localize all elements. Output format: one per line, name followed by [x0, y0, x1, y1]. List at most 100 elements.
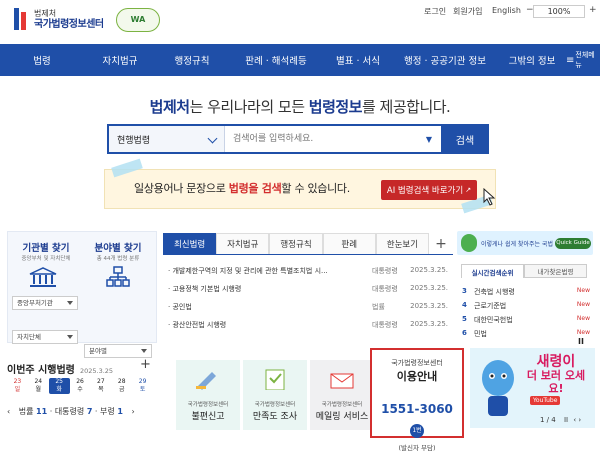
complaint-card[interactable]: 국가법령정보센터 불편신고 [176, 360, 240, 430]
search-input[interactable] [225, 126, 419, 152]
law-row[interactable]: · 광산안전법 시행령 대통령령 2025.3.25. [168, 320, 448, 336]
law-title: · 광산안전법 시행령 [168, 321, 227, 329]
tab-realtime-rank[interactable]: 실시간검색순위 [461, 264, 524, 278]
law-date: 2025.3.25. [410, 320, 448, 328]
nav-item-precedent[interactable]: 판례 · 해석례등 [228, 53, 324, 67]
new-badge: New [576, 287, 590, 294]
logo-emblem-icon [10, 6, 30, 32]
rank-label: 대한민국헌법 [474, 316, 513, 324]
calendar-day[interactable]: 28 금 [111, 378, 132, 394]
tab-local-law[interactable]: 자치법규 [216, 233, 270, 254]
hero-bold: 법령정보 [308, 98, 363, 116]
law-date: 2025.3.25. [410, 284, 448, 292]
zoom-in-icon[interactable]: + [589, 5, 597, 15]
menu-icon: ≡ [566, 54, 575, 66]
ai-search-button[interactable]: AI 법령검색 바로가기 ↗ [381, 180, 477, 200]
nav-item-forms[interactable]: 별표 · 서식 [324, 53, 392, 67]
site-logo[interactable]: 법제처 국가법령정보센터 [34, 8, 104, 30]
contact-info-box[interactable]: 국가법령정보센터 이용안내 1551-3060 1번 (발신자 부담) [370, 348, 464, 452]
law-row[interactable]: · 공인법 법률 2025.3.25. [168, 302, 448, 318]
youtube-badge: YouTube [530, 396, 561, 405]
new-badge: New [576, 315, 590, 322]
rank-item[interactable]: 6 민법 New [462, 329, 590, 341]
english-link[interactable]: English [492, 6, 521, 15]
promo-next-icon[interactable]: › [578, 416, 581, 424]
mailing-card[interactable]: 국가법령정보센터 메일링 서비스 [310, 360, 374, 430]
law-kind: 대통령령 [372, 321, 398, 329]
agency-find[interactable]: 기관별 찾기 중앙부처 및 자치단체 [10, 240, 82, 262]
search-scope-value: 현행법령 [117, 135, 151, 146]
rank-label: 민법 [474, 330, 487, 338]
web-accessibility-badge: WA [116, 8, 160, 32]
nav-item-admin[interactable]: 행정규칙 [156, 53, 228, 67]
rank-item[interactable]: 5 대한민국헌법 New [462, 315, 590, 327]
field-find-sub: 총 44개 법령 분류 [96, 256, 140, 262]
contact-title: 이용안내 [396, 370, 438, 383]
category-tree-icon [106, 266, 130, 292]
field-find[interactable]: 분야별 찾기 총 44개 법령 분류 [82, 240, 154, 262]
search-scope-select[interactable]: 현행법령 [109, 126, 225, 152]
survey-card[interactable]: 국가법령정보센터 만족도 조사 [243, 360, 307, 430]
tab-latest-law[interactable]: 최신법령 [163, 233, 217, 254]
nav-item-law[interactable]: 법령 [0, 53, 84, 67]
local-select[interactable]: 자치단체 [12, 330, 78, 344]
law-tabs: 최신법령 자치법규 행정규칙 판례 한눈보기 + [163, 233, 454, 255]
mail-icon [329, 370, 355, 390]
law-kind: 대통령령 [372, 285, 398, 293]
calendar-day[interactable]: 24 월 [28, 378, 49, 394]
hero-pre: 법제처 [149, 98, 190, 116]
law-row[interactable]: · 고용정책 기본법 시행령 대통령령 2025.3.25. [168, 284, 448, 300]
weekly-laws-title: 이번주 시행법령 [7, 365, 75, 376]
hero-post: 를 제공합니다. [361, 98, 451, 116]
external-link-icon: ↗ [465, 186, 472, 194]
all-menu-button[interactable]: ≡ 전체메뉴 [566, 44, 600, 76]
agency-find-title: 기관별 찾기 [22, 243, 70, 254]
signup-link[interactable]: 회원가입 [453, 6, 482, 17]
calendar-day[interactable]: 29 토 [132, 378, 153, 394]
contact-ext-badge: 1번 [410, 424, 424, 438]
search-options-icon[interactable]: ▼ [419, 126, 439, 152]
law-title: · 고용정책 기본법 시행령 [168, 285, 242, 293]
promo-pause-icon[interactable]: II [564, 416, 568, 424]
nav-item-etc[interactable]: 그밖의 정보 [498, 53, 566, 67]
rank-item[interactable]: 3 건축법 시행령 New [462, 287, 590, 299]
promo-line1: 새령이 [536, 354, 576, 370]
calendar-day[interactable]: 27 목 [90, 378, 111, 394]
logo-main: 국가법령정보센터 [34, 19, 104, 30]
calendar-day[interactable]: 26 수 [70, 378, 91, 394]
search-button[interactable]: 검색 [441, 124, 489, 154]
banner-text: 일상용어나 문장으로 법령을 검색할 수 있습니다. [134, 180, 350, 196]
promo-text: 새령이 더 보러 오세요! [521, 354, 591, 395]
law-date: 2025.3.25. [410, 266, 448, 274]
tab-admin-rule[interactable]: 행정규칙 [269, 233, 323, 254]
law-row[interactable]: · 개발제한구역의 지정 및 관리에 관한 특별조치법 시... 대통령령 20… [168, 266, 448, 282]
field-find-title: 분야별 찾기 [94, 243, 142, 254]
weekly-laws-date: 2025.3.25 [79, 367, 114, 375]
calendar-day[interactable]: 23 일 [7, 378, 28, 394]
law-kind: 법률 [372, 303, 385, 311]
next-week-icon[interactable]: › [131, 407, 134, 416]
prev-week-icon[interactable]: ‹ [7, 407, 10, 416]
rank-item[interactable]: 4 근로기준법 New [462, 301, 590, 313]
weekly-counts: ‹ 법률 11 · 대통령령 7 · 부령 1 › [7, 407, 135, 416]
tab-overview[interactable]: 한눈보기 [375, 233, 430, 254]
all-menu-label: 전체메뉴 [575, 51, 595, 69]
tab-precedent[interactable]: 판례 [322, 233, 376, 254]
ai-search-button-label: AI 법령검색 바로가기 [386, 186, 464, 196]
law-title: · 개발제한구역의 지정 및 관리에 관한 특별조치법 시... [168, 267, 328, 275]
tab-my-laws[interactable]: 내가찾은법령 [524, 264, 587, 278]
nav-item-local[interactable]: 자치법규 [84, 53, 156, 67]
nav-item-agency[interactable]: 행정 · 공공기관 정보 [392, 53, 498, 67]
agency-select[interactable]: 중앙부처기관 [12, 296, 78, 310]
quick-guide-text: 이렇게나 쉽게 찾아주는 국법 [481, 241, 553, 248]
tab-more-button[interactable]: + [429, 233, 454, 254]
field-select[interactable]: 분야별 [84, 344, 152, 358]
pause-icon[interactable]: II [578, 337, 584, 346]
promo-line2: 더 보러 오세요! [526, 369, 586, 395]
promo-prev-icon[interactable]: ‹ [573, 416, 576, 424]
calendar-day-selected[interactable]: 25 화 [48, 378, 70, 394]
week-calendar: 23 일 24 월 25 화 26 수 27 목 28 금 29 토 [7, 378, 153, 394]
weekly-more-button[interactable]: + [140, 357, 151, 372]
login-link[interactable]: 로그인 [424, 6, 446, 17]
building-icon [28, 266, 58, 292]
